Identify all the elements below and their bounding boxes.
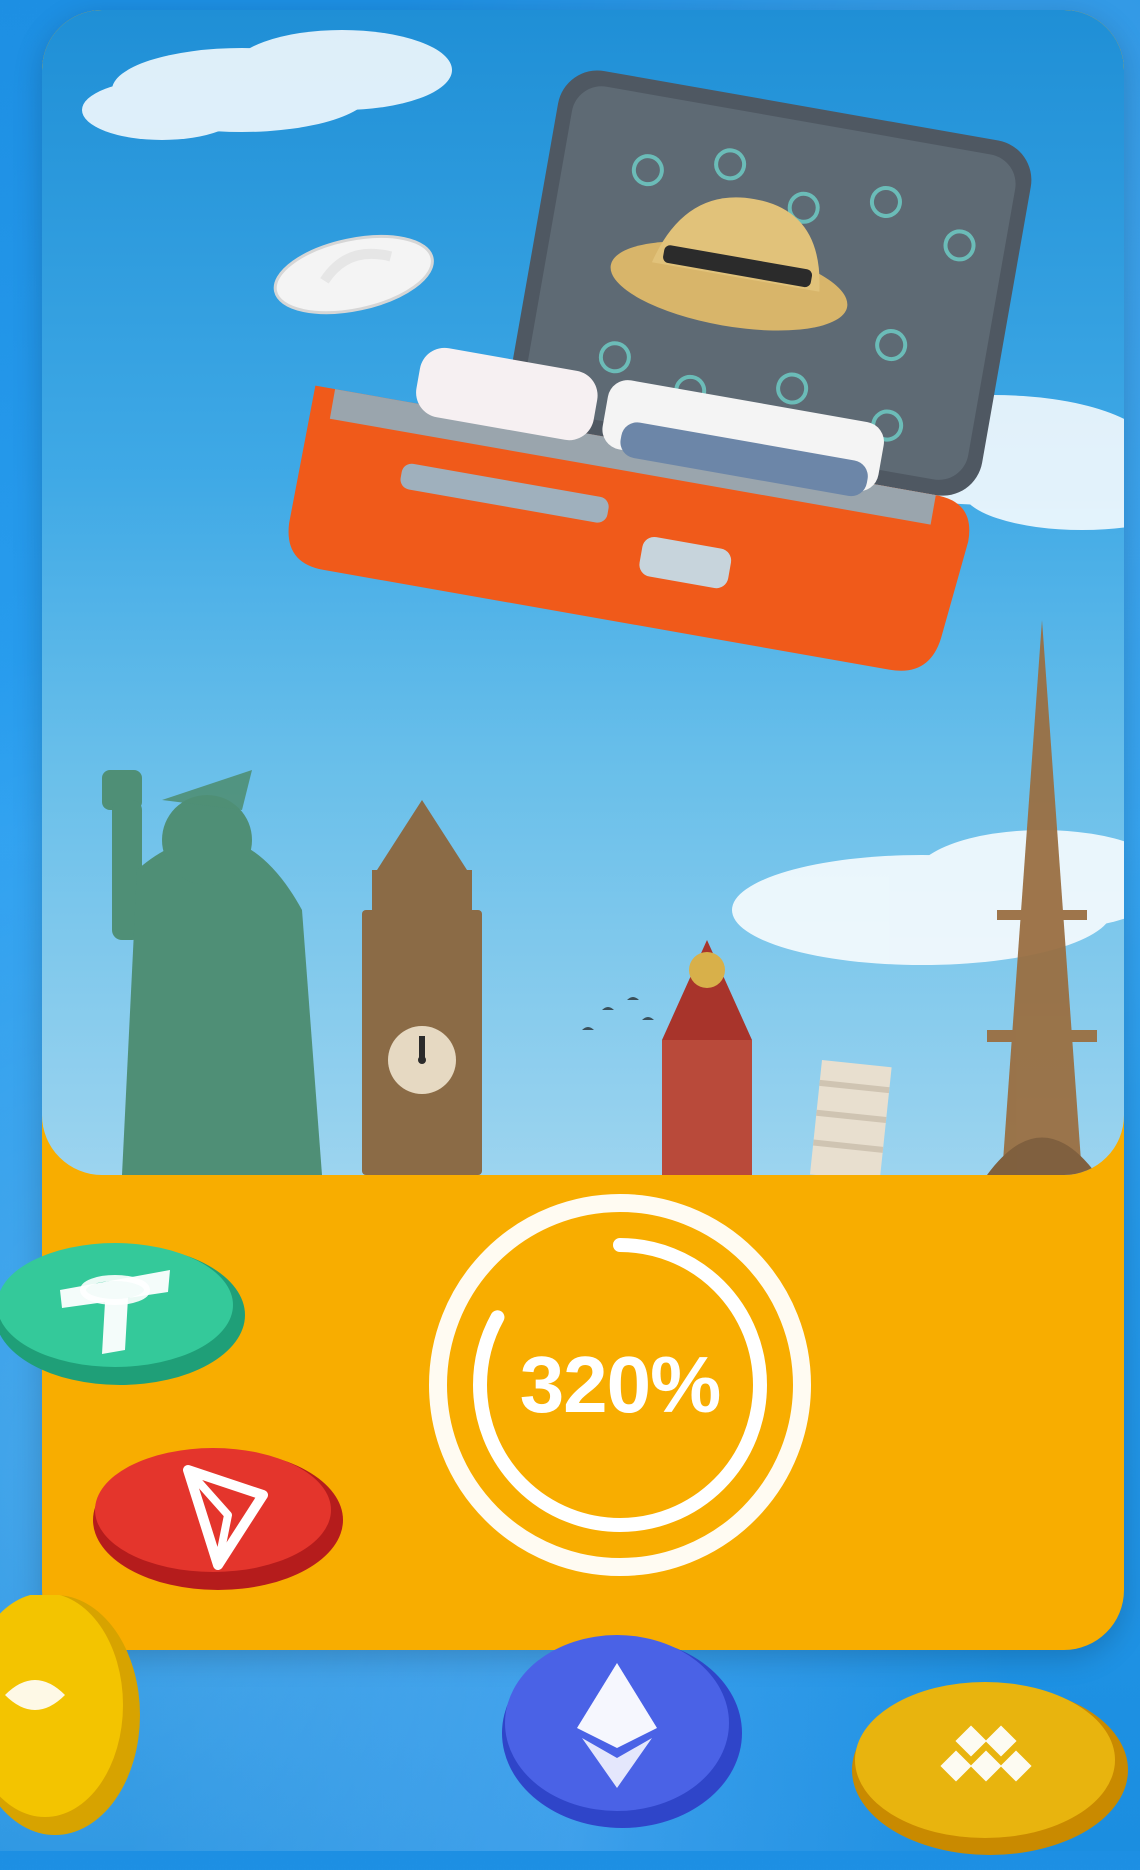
birds [582, 997, 654, 1030]
big-ben [362, 800, 482, 1175]
tron-coin [93, 1448, 343, 1590]
bonus-progress-ring: 320% [420, 1185, 820, 1585]
hero-travel-illustration [42, 10, 1124, 1175]
bonus-percentage: 320% [519, 1340, 722, 1429]
tether-coin [0, 1243, 245, 1385]
ethereum-coin [502, 1635, 742, 1828]
open-suitcase [288, 70, 1032, 671]
flip-flop [273, 235, 434, 315]
statue-of-liberty [102, 770, 322, 1175]
saint-basils-cathedral [662, 940, 752, 1175]
bitcoin-coin [0, 1595, 140, 1835]
binance-coin [852, 1682, 1128, 1855]
leaning-tower-of-pisa [809, 1060, 892, 1175]
